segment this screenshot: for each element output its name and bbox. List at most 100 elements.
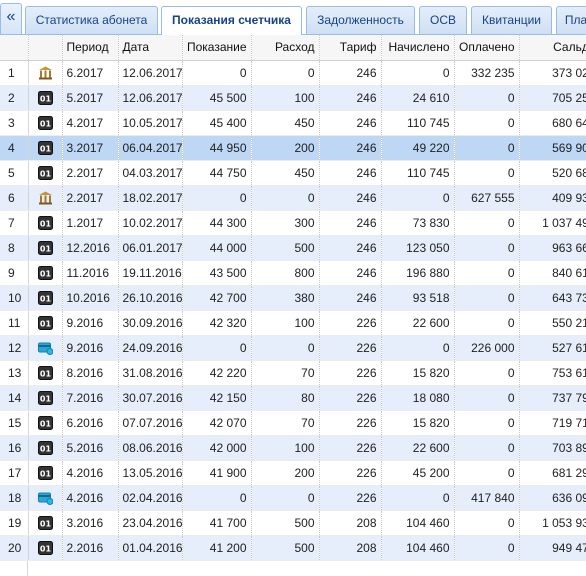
row-number-cell: 4 [0, 135, 29, 161]
table-row[interactable]: 4 01 3.2017 06.04.2017 44 950 200 246 49 220 0 56… [0, 135, 586, 161]
table-row[interactable]: 3 01 4.2017 10.05.2017 45 400 450 246 110 745 0 6… [0, 110, 586, 136]
row-number-cell: 5 [0, 160, 29, 186]
cell-usage: 0 [251, 335, 320, 361]
cell-balance: 1 053 934 [519, 510, 586, 536]
meter-01-icon: 01 [37, 390, 53, 405]
cell-paid: 0 [454, 510, 520, 536]
cell-charged: 0 [381, 485, 455, 511]
table-row[interactable]: 14 01 7.2016 30.07.2016 42 150 80 226 18 080 0 73… [0, 385, 586, 411]
table-row[interactable]: 5 01 2.2017 04.03.2017 44 750 450 246 110 745 0 5… [0, 160, 586, 186]
cell-balance: 373 022 [519, 60, 586, 86]
table-row[interactable]: 9 01 11.2016 19.11.2016 43 500 800 246 196 880 0… [0, 260, 586, 286]
column-header-period[interactable]: Период [62, 35, 119, 61]
table-row[interactable]: 62.201718.02.2017002460627 555409 937 [0, 185, 586, 211]
row-number-cell: 14 [0, 385, 29, 411]
cell-reading: 44 750 [182, 160, 252, 186]
table-row[interactable]: 15 01 6.2016 07.07.2016 42 070 70 226 15 820 0 71… [0, 410, 586, 436]
cell-charged: 15 820 [381, 360, 455, 386]
table-row[interactable]: 11 01 9.2016 30.09.2016 42 320 100 226 22 600 0 5… [0, 310, 586, 336]
tab-osv[interactable]: ОСВ [419, 6, 467, 34]
cell-period: 7.2016 [62, 385, 119, 411]
cell-usage: 450 [251, 160, 320, 186]
cell-usage: 500 [251, 535, 320, 561]
column-header-tariff[interactable]: Тариф [319, 35, 382, 61]
svg-text:01: 01 [39, 469, 51, 478]
cell-tariff: 226 [319, 460, 382, 486]
column-header-date[interactable]: Дата [118, 35, 183, 61]
cell-period: 5.2016 [62, 435, 119, 461]
cell-period: 11.2016 [62, 260, 119, 286]
tab-payments-partial[interactable]: Пла [556, 6, 586, 34]
table-row[interactable]: 20 01 2.2016 01.04.2016 41 200 500 208 104 460 0… [0, 535, 586, 561]
tab-scroll-left-button[interactable]: « [0, 3, 22, 34]
meter-01-icon: 01 [37, 315, 53, 330]
cell-balance: 949 474 [519, 535, 586, 561]
cell-balance: 636 094 [519, 485, 586, 511]
cell-balance: 409 937 [519, 185, 586, 211]
cell-usage: 200 [251, 460, 320, 486]
row-type-cell [28, 485, 63, 511]
cell-period: 3.2017 [62, 135, 119, 161]
table-row[interactable]: 129.201624.09.2016002260226 000527 614 [0, 335, 586, 361]
column-header-charged[interactable]: Начислено [381, 35, 455, 61]
payment-card-icon [37, 340, 53, 355]
cell-charged: 123 050 [381, 235, 455, 261]
cell-usage: 300 [251, 210, 320, 236]
column-header-paid[interactable]: Оплачено [454, 35, 520, 61]
cell-usage: 500 [251, 510, 320, 536]
cell-charged: 18 080 [381, 385, 455, 411]
cell-date: 06.01.2017 [118, 235, 183, 261]
cell-reading: 0 [182, 485, 252, 511]
table-row[interactable]: 8 01 12.2016 06.01.2017 44 000 500 246 123 050 0… [0, 235, 586, 261]
meter-readings-grid: Период Дата Показание Расход Тариф Начис… [0, 35, 586, 576]
cell-reading: 44 950 [182, 135, 252, 161]
cell-balance: 550 214 [519, 310, 586, 336]
cell-charged: 104 460 [381, 510, 455, 536]
cell-period: 4.2016 [62, 460, 119, 486]
cell-usage: 500 [251, 235, 320, 261]
cell-reading: 44 300 [182, 210, 252, 236]
table-row[interactable]: 16.201712.06.2017002460332 235373 022 [0, 60, 586, 86]
row-number-cell: 19 [0, 510, 29, 536]
table-row[interactable]: 10 01 10.2016 26.10.2016 42 700 380 246 93 518 0… [0, 285, 586, 311]
svg-text:01: 01 [39, 319, 51, 328]
column-header-reading[interactable]: Показание [182, 35, 252, 61]
tab-meter-readings[interactable]: Показания счетчика [161, 6, 302, 35]
table-row[interactable]: 17 01 4.2016 13.05.2016 41 900 200 226 45 200 0 6… [0, 460, 586, 486]
cell-paid: 0 [454, 410, 520, 436]
row-type-cell [28, 335, 63, 361]
cell-balance: 737 794 [519, 385, 586, 411]
row-number-gutter [0, 560, 28, 576]
cell-paid: 0 [454, 435, 520, 461]
cell-paid: 0 [454, 385, 520, 411]
row-number-cell: 7 [0, 210, 29, 236]
table-row[interactable]: 16 01 5.2016 08.06.2016 42 000 100 226 22 600 0 7… [0, 435, 586, 461]
cell-usage: 380 [251, 285, 320, 311]
cell-usage: 100 [251, 310, 320, 336]
tab-receipts[interactable]: Квитанции [471, 6, 552, 34]
cell-date: 30.09.2016 [118, 310, 183, 336]
table-row[interactable]: 13 01 8.2016 31.08.2016 42 220 70 226 15 820 0 75… [0, 360, 586, 386]
cell-paid: 0 [454, 360, 520, 386]
row-number-cell: 9 [0, 260, 29, 286]
cell-reading: 42 700 [182, 285, 252, 311]
column-header-usage[interactable]: Расход [251, 35, 320, 61]
cell-date: 12.06.2017 [118, 60, 183, 86]
column-header-balance[interactable]: Сальдо [519, 35, 586, 61]
table-row[interactable]: 184.201602.04.2016002260417 840636 094 [0, 485, 586, 511]
meter-01-icon: 01 [37, 465, 53, 480]
cell-tariff: 226 [319, 360, 382, 386]
svg-text:01: 01 [39, 294, 51, 303]
table-row[interactable]: 7 01 1.2017 10.02.2017 44 300 300 246 73 830 0 1 … [0, 210, 586, 236]
row-number-cell: 16 [0, 435, 29, 461]
cell-reading: 0 [182, 185, 252, 211]
cell-reading: 44 000 [182, 235, 252, 261]
cell-period: 10.2016 [62, 285, 119, 311]
cell-balance: 705 257 [519, 85, 586, 111]
cell-reading: 0 [182, 60, 252, 86]
tab-debt[interactable]: Задолженность [306, 6, 415, 34]
cell-balance: 753 614 [519, 360, 586, 386]
table-row[interactable]: 19 01 3.2016 23.04.2016 41 700 500 208 104 460 0… [0, 510, 586, 536]
table-row[interactable]: 2 01 5.2017 12.06.2017 45 500 100 246 24 610 0 70… [0, 85, 586, 111]
tab-subscriber-statistics[interactable]: Статистика абонета [25, 6, 158, 34]
